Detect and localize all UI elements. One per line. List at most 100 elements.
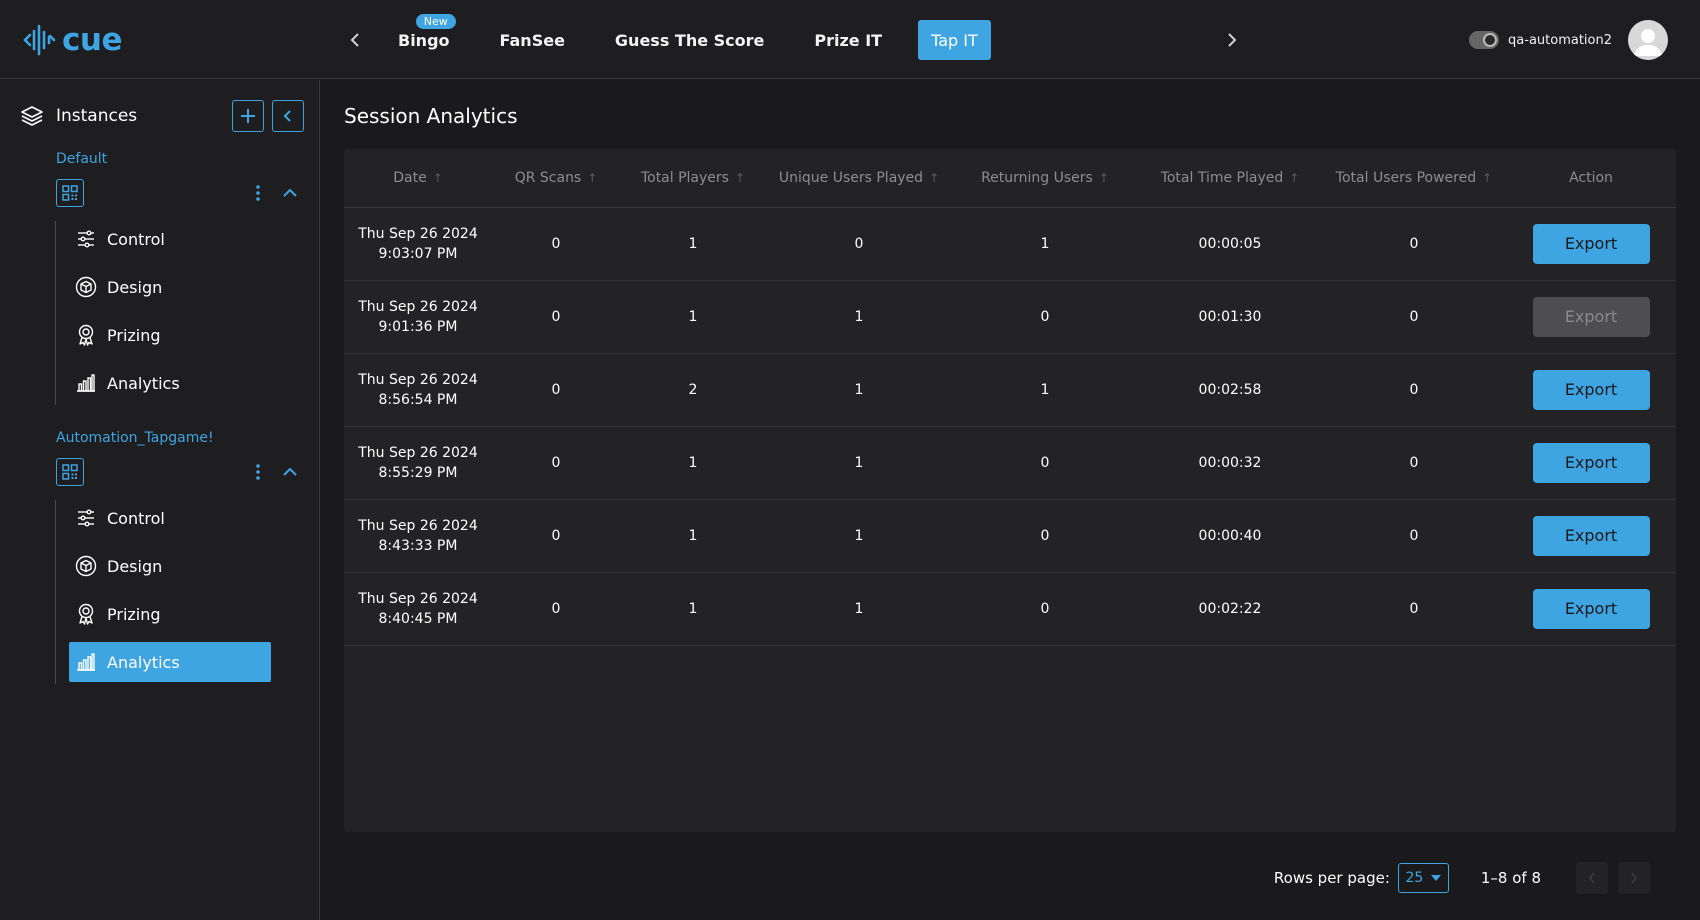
table-row: Thu Sep 26 2024 8:56:54 PM 0 2 1 1 00:02:58 0 Ex… xyxy=(344,353,1676,427)
chevron-left-icon xyxy=(1588,872,1595,884)
column-header-returning-users[interactable]: Returning Users ↑ xyxy=(952,149,1138,208)
cell-total-users-powered: 0 xyxy=(1322,426,1506,500)
column-header-date[interactable]: Date ↑ xyxy=(344,149,492,208)
game-tabs: Bingo New FanSee Guess The Score Prize I… xyxy=(384,14,1013,60)
cell-unique-users: 1 xyxy=(766,499,952,573)
sort-arrow-icon: ↑ xyxy=(929,170,940,185)
cell-date-time: 8:40:45 PM xyxy=(378,610,458,627)
cell-total-time-played: 00:00:05 xyxy=(1138,207,1322,281)
sidebar-item-prizing[interactable]: Prizing xyxy=(69,315,271,355)
cell-qr-scans: 0 xyxy=(492,353,620,427)
sidebar-item-label: Design xyxy=(107,556,163,576)
add-instance-button[interactable] xyxy=(232,100,264,132)
sidebar-item-label: Prizing xyxy=(107,604,161,624)
sidebar-item-analytics[interactable]: Analytics xyxy=(69,363,271,403)
export-button[interactable]: Export xyxy=(1532,588,1650,629)
tab-label: Guess The Score xyxy=(614,30,765,50)
cell-action: Export xyxy=(1506,572,1676,646)
column-header-total-players[interactable]: Total Players ↑ xyxy=(620,149,766,208)
more-options-button[interactable] xyxy=(250,460,266,484)
cell-date-day: Thu Sep 26 2024 xyxy=(358,298,478,315)
cell-total-time-played: 00:02:22 xyxy=(1138,572,1322,646)
chevron-up-icon xyxy=(283,467,297,476)
qr-code-button[interactable] xyxy=(56,458,84,486)
tab-bingo[interactable]: Bingo New xyxy=(384,14,464,60)
caret-down-icon xyxy=(1431,875,1442,881)
bar-chart-icon xyxy=(75,372,97,394)
chevron-left-icon xyxy=(283,110,291,122)
user-avatar-icon xyxy=(1634,29,1662,56)
sort-arrow-icon: ↑ xyxy=(1098,170,1109,185)
column-header-unique-users[interactable]: Unique Users Played ↑ xyxy=(766,149,952,208)
cell-total-players: 1 xyxy=(620,280,766,354)
previous-page-button[interactable] xyxy=(1576,862,1608,894)
sidebar-item-label: Control xyxy=(107,508,165,528)
pagination: Rows per page: 25 1–8 of 8 xyxy=(1274,862,1650,894)
new-badge: New xyxy=(415,14,456,29)
sidebar-item-design[interactable]: Design xyxy=(69,546,271,586)
sidebar-item-design[interactable]: Design xyxy=(69,267,271,307)
tab-fansee[interactable]: FanSee xyxy=(486,20,579,60)
cell-returning-users: 0 xyxy=(952,280,1138,354)
instances-title: Instances xyxy=(56,106,138,126)
tab-label: Tap IT xyxy=(931,30,978,50)
cell-date-day: Thu Sep 26 2024 xyxy=(358,225,478,242)
cell-total-players: 2 xyxy=(620,353,766,427)
collapse-sidebar-button[interactable] xyxy=(272,100,304,132)
more-options-button[interactable] xyxy=(250,181,266,205)
column-header-total-time-played[interactable]: Total Time Played ↑ xyxy=(1138,149,1322,208)
rows-per-page-select[interactable]: 25 xyxy=(1397,863,1449,893)
cell-total-users-powered: 0 xyxy=(1322,572,1506,646)
cell-action: Export xyxy=(1506,207,1676,281)
table-row: Thu Sep 26 2024 9:03:07 PM 0 1 0 1 00:00:05 0 Ex… xyxy=(344,207,1676,281)
sidebar-item-label: Prizing xyxy=(107,325,161,345)
cell-returning-users: 0 xyxy=(952,572,1138,646)
export-button[interactable]: Export xyxy=(1532,442,1650,483)
sidebar-item-analytics[interactable]: Analytics xyxy=(69,642,271,682)
theme-toggle[interactable] xyxy=(1469,31,1500,49)
column-header-qr-scans[interactable]: QR Scans ↑ xyxy=(492,149,620,208)
cue-logo[interactable]: cue xyxy=(22,20,122,60)
sidebar-item-control[interactable]: Control xyxy=(69,219,271,259)
tabs-next-button[interactable] xyxy=(1217,24,1247,56)
user-area: qa-automation2 xyxy=(1469,20,1668,60)
tree-line xyxy=(55,221,56,405)
cell-total-time-played: 00:00:40 xyxy=(1138,499,1322,573)
cell-unique-users: 1 xyxy=(766,572,952,646)
qr-code-button[interactable] xyxy=(56,179,84,207)
cell-total-users-powered: 0 xyxy=(1322,353,1506,427)
qr-code-icon xyxy=(62,185,78,201)
sort-arrow-icon: ↑ xyxy=(432,170,443,185)
plus-icon xyxy=(241,109,255,123)
cell-action: Export xyxy=(1506,280,1676,354)
sidebar-item-control[interactable]: Control xyxy=(69,498,271,538)
cube-icon xyxy=(75,555,97,577)
collapse-group-button[interactable] xyxy=(280,183,300,203)
collapse-group-button[interactable] xyxy=(280,462,300,482)
export-button[interactable]: Export xyxy=(1532,515,1650,556)
group-label-automation-tapgame[interactable]: Automation_Tapgame! xyxy=(56,430,214,446)
table-row: Thu Sep 26 2024 9:01:36 PM 0 1 1 0 00:01:30 0 Ex… xyxy=(344,280,1676,354)
layers-icon xyxy=(21,106,43,126)
cell-date-time: 8:43:33 PM xyxy=(378,537,458,554)
avatar[interactable] xyxy=(1628,20,1668,60)
next-page-button[interactable] xyxy=(1618,862,1650,894)
waveform-icon xyxy=(23,24,56,56)
tab-label: Prize IT xyxy=(814,30,883,50)
cell-qr-scans: 0 xyxy=(492,280,620,354)
cell-unique-users: 0 xyxy=(766,207,952,281)
tab-prize-it[interactable]: Prize IT xyxy=(800,20,896,60)
column-header-total-users-powered[interactable]: Total Users Powered ↑ xyxy=(1322,149,1506,208)
tab-guess-the-score[interactable]: Guess The Score xyxy=(601,20,778,60)
group-label-default[interactable]: Default xyxy=(56,151,107,167)
tab-tap-it[interactable]: Tap IT xyxy=(918,20,991,60)
tab-label: FanSee xyxy=(499,30,565,50)
brand-name: cue xyxy=(62,22,122,58)
cell-total-time-played: 00:00:32 xyxy=(1138,426,1322,500)
tabs-prev-button[interactable] xyxy=(340,24,370,56)
export-button[interactable]: Export xyxy=(1532,369,1650,410)
chevron-left-icon xyxy=(350,33,359,47)
export-button[interactable]: Export xyxy=(1532,223,1650,264)
cell-unique-users: 1 xyxy=(766,353,952,427)
sidebar-item-prizing[interactable]: Prizing xyxy=(69,594,271,634)
